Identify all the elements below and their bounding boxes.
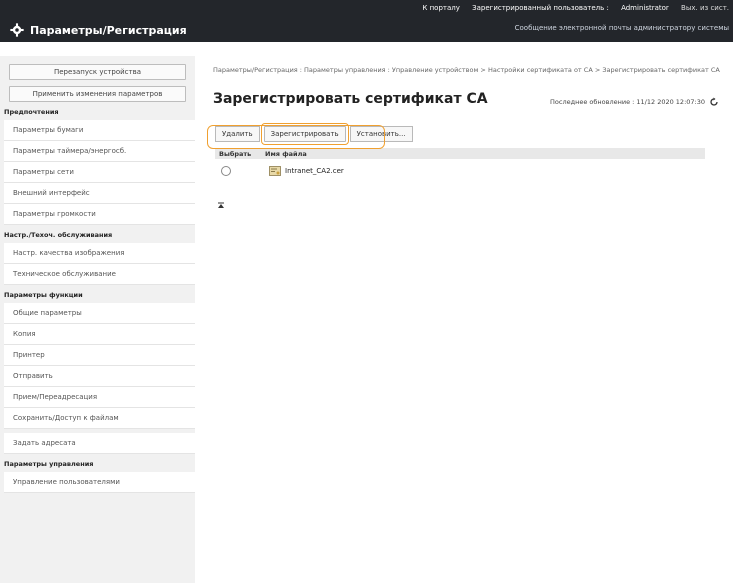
table-row: Intranet_CA2.cer bbox=[215, 159, 705, 183]
logout-link[interactable]: Вых. из сист. bbox=[681, 4, 729, 12]
sidebar-group-function: Общие параметры Копия Принтер Отправить … bbox=[4, 303, 195, 429]
sidebar-item-timer[interactable]: Параметры таймера/энергосб. bbox=[4, 141, 195, 162]
sidebar-group-maintenance: Настр. качества изображения Техническое … bbox=[4, 243, 195, 285]
sidebar-item-user-management[interactable]: Управление пользователями bbox=[4, 472, 195, 493]
certificate-table: Выбрать Имя файла Intranet_CA2.cer bbox=[215, 148, 705, 183]
sidebar-group-destination: Задать адресата bbox=[4, 433, 195, 454]
sidebar-section-preferences: Предпочтения bbox=[0, 102, 195, 116]
breadcrumb: Параметры/Регистрация : Параметры управл… bbox=[213, 66, 720, 74]
sidebar-item-maintenance[interactable]: Техническое обслуживание bbox=[4, 264, 195, 285]
sidebar-item-interface[interactable]: Внешний интерфейс bbox=[4, 183, 195, 204]
select-radio[interactable] bbox=[221, 166, 231, 176]
restart-device-button[interactable]: Перезапуск устройства bbox=[9, 64, 186, 80]
top-bar: К порталу Зарегистрированный пользовател… bbox=[0, 0, 733, 42]
sidebar: Перезапуск устройства Применить изменени… bbox=[0, 56, 195, 583]
row-highlight-callout bbox=[207, 125, 385, 149]
app-title: Параметры/Регистрация bbox=[30, 23, 187, 37]
page-title: Зарегистрировать сертификат CA bbox=[213, 91, 488, 107]
to-top-icon[interactable] bbox=[217, 202, 225, 210]
registered-user-label: Зарегистрированный пользователь : bbox=[472, 4, 609, 12]
sidebar-item-volume[interactable]: Параметры громкости bbox=[4, 204, 195, 225]
column-header-filename: Имя файла bbox=[265, 149, 307, 158]
sidebar-item-send[interactable]: Отправить bbox=[4, 366, 195, 387]
file-name-link[interactable]: Intranet_CA2.cer bbox=[285, 167, 344, 175]
sidebar-item-image-quality[interactable]: Настр. качества изображения bbox=[4, 243, 195, 264]
sidebar-group-management: Управление пользователями bbox=[4, 472, 195, 493]
sidebar-item-printer[interactable]: Принтер bbox=[4, 345, 195, 366]
sidebar-section-management: Параметры управления bbox=[0, 454, 195, 468]
table-header: Выбрать Имя файла bbox=[215, 148, 705, 159]
column-header-select: Выбрать bbox=[219, 149, 252, 158]
refresh-icon[interactable] bbox=[709, 97, 719, 107]
file-cell: Intranet_CA2.cer bbox=[269, 166, 344, 176]
gear-icon bbox=[10, 23, 24, 37]
sidebar-item-receive[interactable]: Прием/Переадресация bbox=[4, 387, 195, 408]
apply-changes-button[interactable]: Применить изменения параметров bbox=[9, 86, 186, 102]
last-update-text: Последнее обновление : 11/12 2020 12:07:… bbox=[550, 98, 705, 106]
mail-admin-link[interactable]: Сообщение электронной почты администрато… bbox=[515, 24, 729, 32]
user-name: Administrator bbox=[621, 4, 669, 12]
app-title-area: Параметры/Регистрация bbox=[10, 21, 187, 39]
sidebar-item-copy[interactable]: Копия bbox=[4, 324, 195, 345]
sidebar-item-common[interactable]: Общие параметры bbox=[4, 303, 195, 324]
sidebar-group-preferences: Параметры бумаги Параметры таймера/энерг… bbox=[4, 120, 195, 225]
top-links: К порталу Зарегистрированный пользовател… bbox=[412, 4, 729, 14]
sidebar-section-function: Параметры функции bbox=[0, 285, 195, 299]
sidebar-item-store-access[interactable]: Сохранить/Доступ к файлам bbox=[4, 408, 195, 429]
certificate-file-icon bbox=[269, 166, 281, 176]
sidebar-item-paper[interactable]: Параметры бумаги bbox=[4, 120, 195, 141]
sidebar-item-destination[interactable]: Задать адресата bbox=[4, 433, 195, 454]
portal-link[interactable]: К порталу bbox=[422, 4, 459, 12]
sidebar-section-maintenance: Настр./Техоч. обслуживания bbox=[0, 225, 195, 239]
sidebar-item-network[interactable]: Параметры сети bbox=[4, 162, 195, 183]
last-update: Последнее обновление : 11/12 2020 12:07:… bbox=[550, 97, 719, 107]
